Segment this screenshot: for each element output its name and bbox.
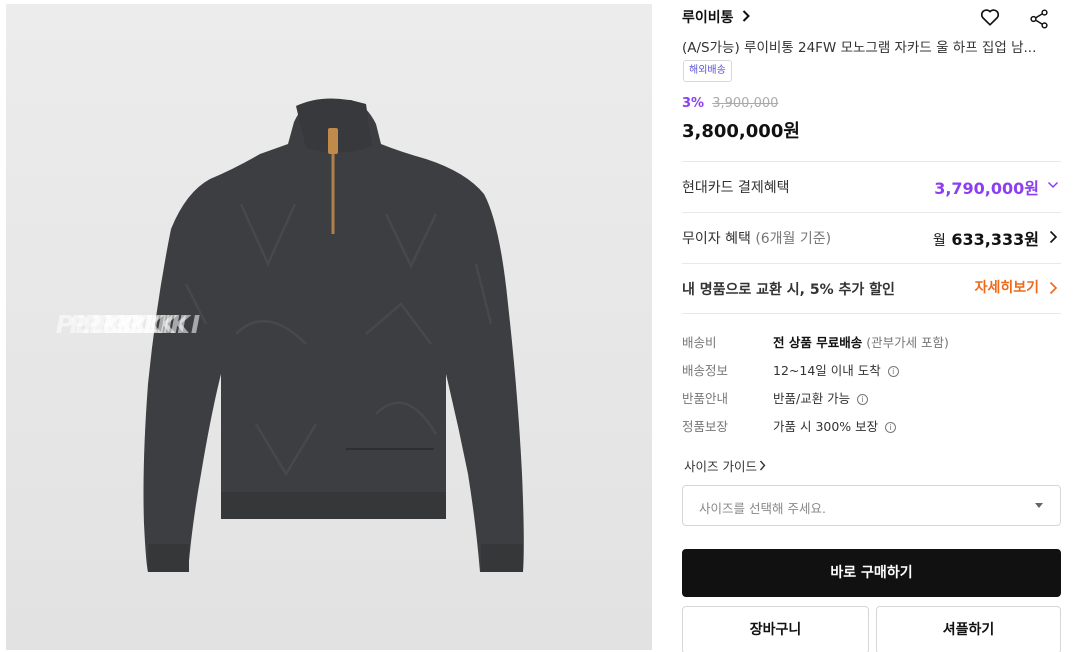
card-benefit-row[interactable]: 현대카드 결제혜택 3,790,000원	[682, 175, 1061, 198]
divider	[682, 263, 1061, 264]
authenticity-key: 정품보장	[682, 419, 729, 434]
divider	[682, 313, 1061, 314]
product-title: (A/S가능) 루이비통 24FW 모노그램 자카드 울 하프 집업 남...	[682, 40, 1037, 56]
info-icon[interactable]: i	[857, 394, 869, 405]
shipping-fee-text: 전 상품 무료배송	[773, 335, 863, 350]
delivery-info-value: 12~14일 이내 도착 i	[773, 360, 899, 379]
right-cuff	[481, 544, 523, 572]
product-image[interactable]: PLIKI PLIKI PLIKI PLIKI PLIKI PLIKI	[6, 4, 652, 650]
product-info-panel: 루이비통 (A/S가능) 루이비통 24FW 모노그램 자카드 울 하프 집업 …	[682, 0, 1062, 652]
discount-rate: 3%	[682, 96, 705, 111]
buy-now-button[interactable]: 바로 구매하기	[682, 549, 1061, 597]
return-info-text: 반품/교환 가능	[773, 391, 851, 406]
card-benefit-label: 현대카드 결제혜택	[682, 180, 790, 196]
divider	[682, 212, 1061, 213]
delivery-info-key: 배송정보	[682, 363, 729, 378]
return-info-key: 반품안내	[682, 391, 729, 406]
watermark: PLIKI PLIKI PLIKI PLIKI PLIKI PLIKI	[6, 310, 652, 350]
return-info-row: 반품안내 반품/교환 가능 i	[682, 388, 1061, 408]
size-guide-link[interactable]: 사이즈 가이드	[684, 456, 757, 475]
watermark-text: PLIKI	[55, 310, 133, 339]
installment-amount: 633,333원	[951, 230, 1039, 249]
delivery-info-text: 12~14일 이내 도착	[773, 363, 881, 378]
card-benefit-price: 3,790,000원	[934, 179, 1039, 198]
installment-label: 무이자 혜택 (6개월 기준)	[682, 228, 831, 248]
overseas-shipping-badge: 해외배송	[683, 60, 732, 82]
shipping-fee-note: (관부가세 포함)	[866, 335, 949, 350]
trade-in-row[interactable]: 내 명품으로 교환 시, 5% 추가 할인 자세히보기	[682, 277, 1061, 299]
installment-prefix: 월	[932, 233, 946, 249]
size-select-placeholder: 사이즈를 선택해 주세요.	[699, 501, 826, 516]
installment-note: (6개월 기준)	[755, 231, 832, 247]
heart-icon[interactable]	[979, 6, 1001, 28]
chevron-right-icon[interactable]	[1047, 281, 1059, 295]
shipping-fee-row: 배송비 전 상품 무료배송 (관부가세 포함)	[682, 332, 1061, 352]
brand-row: 루이비통	[682, 4, 1062, 30]
left-cuff	[148, 544, 189, 572]
sale-price: 3,800,000원	[682, 121, 800, 142]
info-icon[interactable]: i	[887, 366, 899, 377]
chevron-right-icon[interactable]	[759, 460, 766, 471]
chevron-right-icon[interactable]	[1047, 230, 1059, 244]
installment-value: 월 633,333원	[933, 226, 1039, 250]
chevron-down-icon[interactable]	[1047, 179, 1059, 191]
authenticity-row: 정품보장 가품 시 300% 보장 i	[682, 416, 1061, 436]
caret-down-icon	[1035, 503, 1043, 508]
authenticity-text: 가품 시 300% 보장	[773, 419, 879, 434]
size-select[interactable]: 사이즈를 선택해 주세요.	[682, 485, 1061, 526]
add-to-cart-button[interactable]: 장바구니	[682, 606, 869, 652]
original-price: 3,900,000	[712, 96, 779, 111]
divider	[682, 161, 1061, 162]
brand-link[interactable]: 루이비통	[682, 7, 734, 27]
chevron-right-icon[interactable]	[742, 10, 750, 22]
delivery-info-row: 배송정보 12~14일 이내 도착 i	[682, 360, 1061, 380]
authenticity-value: 가품 시 300% 보장 i	[773, 416, 897, 435]
shipping-fee-value: 전 상품 무료배송 (관부가세 포함)	[773, 332, 949, 351]
sweater-hem	[221, 492, 446, 519]
discount-row: 3% 3,900,000	[682, 96, 778, 111]
share-icon[interactable]	[1028, 8, 1050, 30]
zip-pull	[328, 128, 338, 154]
return-info-value: 반품/교환 가능 i	[773, 388, 869, 407]
shipping-fee-key: 배송비	[682, 335, 717, 350]
trade-in-detail-link[interactable]: 자세히보기	[975, 277, 1039, 297]
installment-row[interactable]: 무이자 혜택 (6개월 기준) 월 633,333원	[682, 226, 1061, 250]
installment-label-text: 무이자 혜택	[682, 231, 751, 247]
info-icon[interactable]: i	[885, 422, 897, 433]
trade-in-text: 내 명품으로 교환 시, 5% 추가 할인	[682, 282, 895, 298]
shuffle-button[interactable]: 셔플하기	[876, 606, 1061, 652]
